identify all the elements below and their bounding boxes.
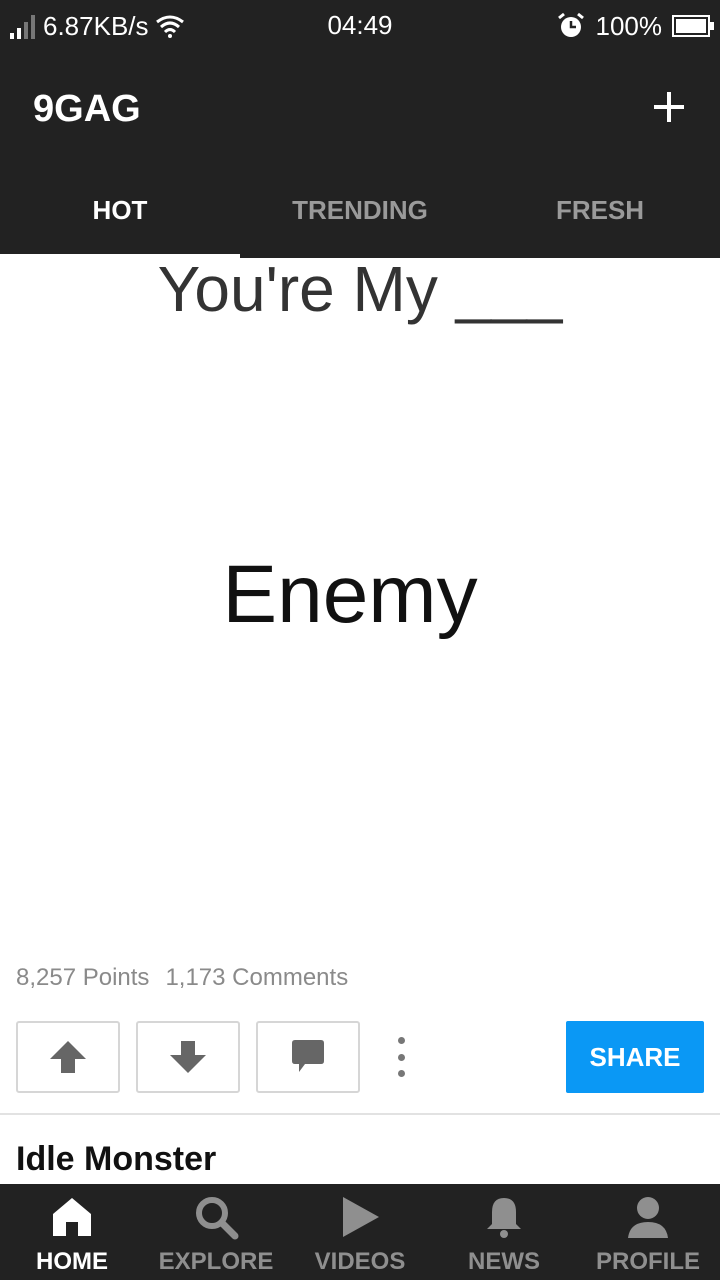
battery-icon bbox=[672, 15, 714, 37]
downvote-icon bbox=[170, 1041, 206, 1073]
downvote-button[interactable] bbox=[136, 1021, 240, 1093]
search-icon bbox=[196, 1197, 239, 1240]
tab-fresh[interactable]: FRESH bbox=[480, 162, 720, 258]
status-right: 100% bbox=[556, 10, 714, 42]
bell-icon bbox=[487, 1198, 521, 1238]
play-icon bbox=[343, 1197, 379, 1237]
nav-explore[interactable]: EXPLORE bbox=[144, 1184, 288, 1280]
post-image[interactable]: You're My ___ Enemy bbox=[0, 258, 720, 948]
upvote-icon bbox=[50, 1041, 86, 1073]
bottom-nav: HOME EXPLORE VIDEOS NEWS PROFILE bbox=[0, 1184, 720, 1280]
post-actions: SHARE bbox=[16, 1021, 704, 1093]
status-bar: 6.87KB/s 04:49 100% bbox=[0, 0, 720, 52]
nav-home[interactable]: HOME bbox=[0, 1184, 144, 1280]
comment-icon bbox=[292, 1040, 324, 1072]
nav-label-profile: PROFILE bbox=[595, 1248, 700, 1275]
app-bar: 9GAG bbox=[0, 52, 720, 162]
tab-trending[interactable]: TRENDING bbox=[240, 162, 480, 258]
post-stats: 8,257 Points 1,173 Comments bbox=[16, 964, 348, 992]
feed-tabs: HOT TRENDING FRESH bbox=[0, 162, 720, 258]
nav-label-news: NEWS bbox=[468, 1248, 540, 1275]
comment-button[interactable] bbox=[256, 1021, 360, 1093]
profile-icon bbox=[628, 1197, 668, 1238]
meme-main-text: Enemy bbox=[222, 549, 478, 640]
share-button[interactable]: SHARE bbox=[566, 1021, 704, 1093]
nav-videos[interactable]: VIDEOS bbox=[288, 1184, 432, 1280]
comments-count[interactable]: 1,173 Comments bbox=[165, 964, 348, 992]
upvote-button[interactable] bbox=[16, 1021, 120, 1093]
more-icon[interactable] bbox=[388, 1035, 414, 1079]
points-count[interactable]: 8,257 Points bbox=[16, 964, 149, 992]
tab-hot[interactable]: HOT bbox=[0, 162, 240, 258]
post-divider bbox=[0, 1113, 720, 1115]
nav-label-home: HOME bbox=[36, 1248, 108, 1275]
next-post-title[interactable]: Idle Monster bbox=[16, 1140, 216, 1179]
alarm-icon bbox=[557, 12, 584, 37]
home-icon bbox=[53, 1198, 91, 1236]
nav-label-videos: VIDEOS bbox=[314, 1248, 406, 1275]
nav-news[interactable]: NEWS bbox=[432, 1184, 576, 1280]
plus-icon[interactable] bbox=[646, 84, 692, 130]
meme-top-text: You're My ___ bbox=[157, 258, 563, 325]
nav-profile[interactable]: PROFILE bbox=[576, 1184, 720, 1280]
battery-percentage: 100% bbox=[595, 10, 663, 41]
nav-label-explore: EXPLORE bbox=[158, 1248, 274, 1275]
app-title: 9GAG bbox=[33, 88, 141, 130]
